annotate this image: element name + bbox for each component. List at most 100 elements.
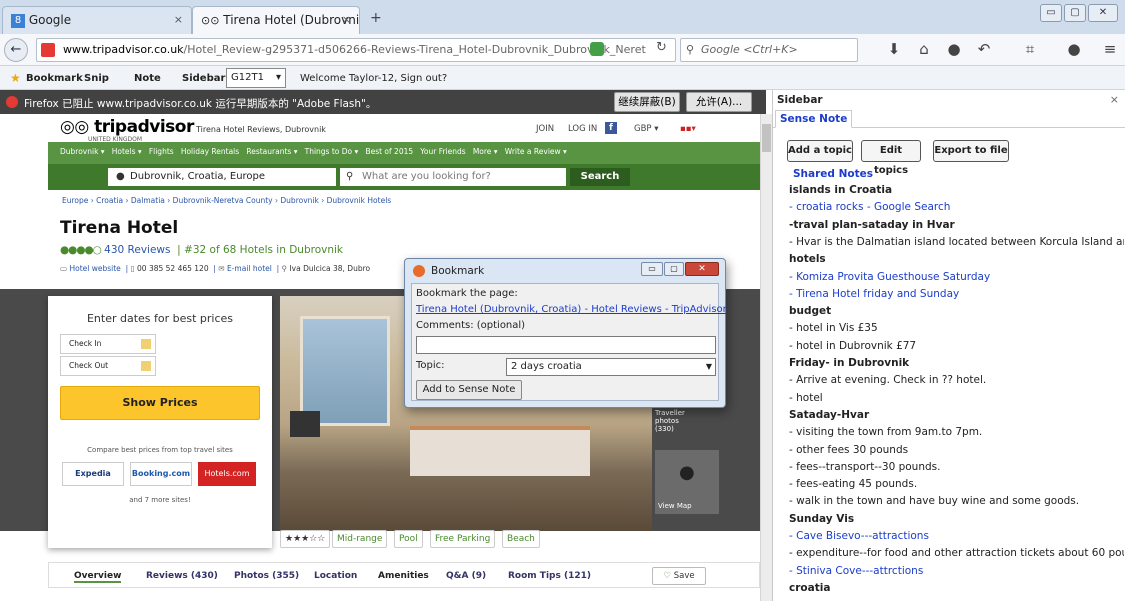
check-in-input[interactable]: Check In	[60, 334, 156, 354]
scroll-thumb[interactable]	[762, 124, 771, 152]
note-link[interactable]: - croatia rocks - Google Search	[789, 201, 1124, 213]
site-nav: Dubrovnik ▾ Hotels ▾ Flights Holiday Ren…	[60, 147, 567, 156]
breadcrumb-item[interactable]: Dubrovnik-Neretva County	[173, 196, 273, 205]
tab-close-icon[interactable]: ×	[174, 13, 183, 26]
page-scrollbar[interactable]	[760, 114, 772, 601]
sidebar-close-button[interactable]: ×	[1110, 93, 1119, 106]
close-window-button[interactable]: ✕	[1088, 4, 1118, 22]
login-link[interactable]: LOG IN	[568, 124, 597, 134]
amenity-mid-range[interactable]: Mid-range	[332, 530, 388, 548]
url-bar[interactable]: www.tripadvisor.co.uk/Hotel_Review-g2953…	[36, 38, 676, 62]
dialog-maximize-button[interactable]: ▢	[664, 262, 684, 276]
crop-icon[interactable]: ⌗	[1020, 40, 1040, 60]
site-search-button[interactable]: Search	[570, 168, 630, 186]
add-to-sense-note-button[interactable]: Add to Sense Note	[416, 380, 522, 400]
nav-flights[interactable]: Flights	[149, 147, 174, 156]
tab-amenities[interactable]: Amenities	[378, 571, 429, 581]
bookmark-page-link[interactable]: Tirena Hotel (Dubrovnik, Croatia) - Hote…	[416, 304, 727, 315]
nav-holiday-rentals[interactable]: Holiday Rentals	[181, 147, 239, 156]
edit-topics-button[interactable]: Edit topics	[861, 140, 921, 176]
nav-hotels[interactable]: Hotels ▾	[112, 147, 142, 156]
breadcrumb-item[interactable]: Croatia	[96, 196, 123, 205]
ranking-text[interactable]: #32 of 68 Hotels in Dubrovnik	[184, 244, 343, 256]
sense-note-tab[interactable]: Sense Note	[775, 110, 853, 128]
breadcrumb-item[interactable]: Dubrovnik Hotels	[327, 196, 392, 205]
dialog-minimize-button[interactable]: ▭	[641, 262, 663, 276]
continue-blocking-button[interactable]: 继续屏蔽(B)	[614, 92, 680, 112]
location-input[interactable]: ● Dubrovnik, Croatia, Europe	[108, 168, 336, 186]
export-button[interactable]: Export to file	[933, 140, 1009, 162]
breadcrumb-item[interactable]: Dubrovnik	[280, 196, 318, 205]
expedia-button[interactable]: Expedia	[62, 462, 124, 486]
new-tab-button[interactable]: +	[370, 10, 382, 26]
tab-google[interactable]: 8 Google ×	[2, 6, 192, 34]
reload-icon[interactable]: ↻	[656, 40, 667, 55]
chat-icon[interactable]: ●	[944, 40, 964, 60]
bookmark-button[interactable]: Bookmark	[26, 73, 83, 84]
show-prices-button[interactable]: Show Prices	[60, 386, 260, 420]
email-hotel-link[interactable]: E-mail hotel	[227, 264, 272, 273]
flag-icon[interactable]: ▪▪▾	[680, 124, 696, 134]
traveller-photos-link[interactable]: Traveller photos (330)	[655, 409, 693, 439]
map-thumbnail[interactable]: ● View Map	[655, 450, 719, 514]
sidebar-button[interactable]: Sidebar	[182, 73, 225, 84]
download-icon[interactable]: ⬇	[884, 40, 904, 60]
note-link[interactable]: - Cave Bisevo---attractions	[789, 530, 1124, 542]
hotels-com-button[interactable]: Hotels.com	[198, 462, 256, 486]
tab-qa[interactable]: Q&A (9)	[446, 571, 486, 581]
nav-more[interactable]: More ▾	[473, 147, 498, 156]
home-icon[interactable]: ⌂	[914, 40, 934, 60]
menu-icon[interactable]: ≡	[1100, 40, 1120, 60]
shield-icon[interactable]	[590, 42, 604, 56]
currency-select[interactable]: GBP ▾	[634, 124, 659, 134]
nav-dubrovnik[interactable]: Dubrovnik ▾	[60, 147, 105, 156]
check-out-input[interactable]: Check Out	[60, 356, 156, 376]
nav-write-review[interactable]: Write a Review ▾	[505, 147, 567, 156]
note-button[interactable]: Note	[134, 73, 161, 84]
nav-best-of[interactable]: Best of 2015	[365, 147, 413, 156]
search-input[interactable]: ⚲ Google <Ctrl+K>	[680, 38, 858, 62]
facebook-icon[interactable]: f	[605, 122, 617, 134]
tab-overview[interactable]: Overview	[74, 571, 122, 583]
tab-tirena[interactable]: ⊙⊙ Tirena Hotel (Dubrovnik,... ×	[192, 6, 360, 34]
comments-input[interactable]	[416, 336, 716, 354]
breadcrumb-item[interactable]: Dalmatia	[131, 196, 165, 205]
hotel-website-link[interactable]: Hotel website	[69, 264, 120, 273]
tab-close-icon[interactable]: ×	[342, 13, 351, 26]
back-button-icon[interactable]: ←	[4, 38, 28, 62]
nav-your-friends[interactable]: Your Friends	[420, 147, 465, 156]
breadcrumb-item[interactable]: Europe	[62, 196, 88, 205]
chevron-down-icon: ▾	[275, 72, 281, 83]
greeting-text[interactable]: Welcome Taylor-12, Sign out?	[300, 73, 447, 84]
minimize-button[interactable]: ▭	[1040, 4, 1062, 22]
topic-select[interactable]: 2 days croatia ▼	[506, 358, 716, 376]
tab-reviews[interactable]: Reviews (430)	[146, 571, 218, 581]
reviews-link[interactable]: 430 Reviews	[104, 244, 170, 256]
booking-button[interactable]: Booking.com	[130, 462, 192, 486]
group-select[interactable]: G12T1 ▾	[226, 68, 286, 88]
amenity-pool[interactable]: Pool	[394, 530, 423, 548]
reply-icon[interactable]: ↶	[974, 40, 994, 60]
snip-button[interactable]: Snip	[84, 73, 109, 84]
tab-room-tips[interactable]: Room Tips (121)	[508, 571, 591, 581]
tripadvisor-logo[interactable]: ◎◎ tripadvisor	[60, 117, 194, 137]
note-link[interactable]: - Tirena Hotel friday and Sunday	[789, 288, 1124, 300]
group-select-value: G12T1	[231, 72, 264, 83]
tab-location[interactable]: Location	[314, 571, 357, 581]
allow-flash-button[interactable]: 允许(A)...	[686, 92, 752, 112]
dialog-close-button[interactable]: ✕	[685, 262, 719, 276]
comment-icon[interactable]: ●	[1064, 40, 1084, 60]
amenity-beach[interactable]: Beach	[502, 530, 540, 548]
site-search-input[interactable]: ⚲ What are you looking for?	[340, 168, 566, 186]
note-link[interactable]: - Komiza Provita Guesthouse Saturday	[789, 271, 1124, 283]
nav-things-to-do[interactable]: Things to Do ▾	[305, 147, 359, 156]
note-link[interactable]: - Stiniva Cove---attrctions	[789, 565, 1124, 577]
tab-photos[interactable]: Photos (355)	[234, 571, 299, 581]
maximize-button[interactable]: ▢	[1064, 4, 1086, 22]
amenity-free-parking[interactable]: Free Parking	[430, 530, 496, 548]
nav-restaurants[interactable]: Restaurants ▾	[246, 147, 297, 156]
join-link[interactable]: JOIN	[536, 124, 554, 134]
site-search-placeholder: What are you looking for?	[362, 171, 491, 182]
add-topic-button[interactable]: Add a topic	[787, 140, 853, 162]
save-button[interactable]: ♡ Save	[652, 567, 706, 585]
